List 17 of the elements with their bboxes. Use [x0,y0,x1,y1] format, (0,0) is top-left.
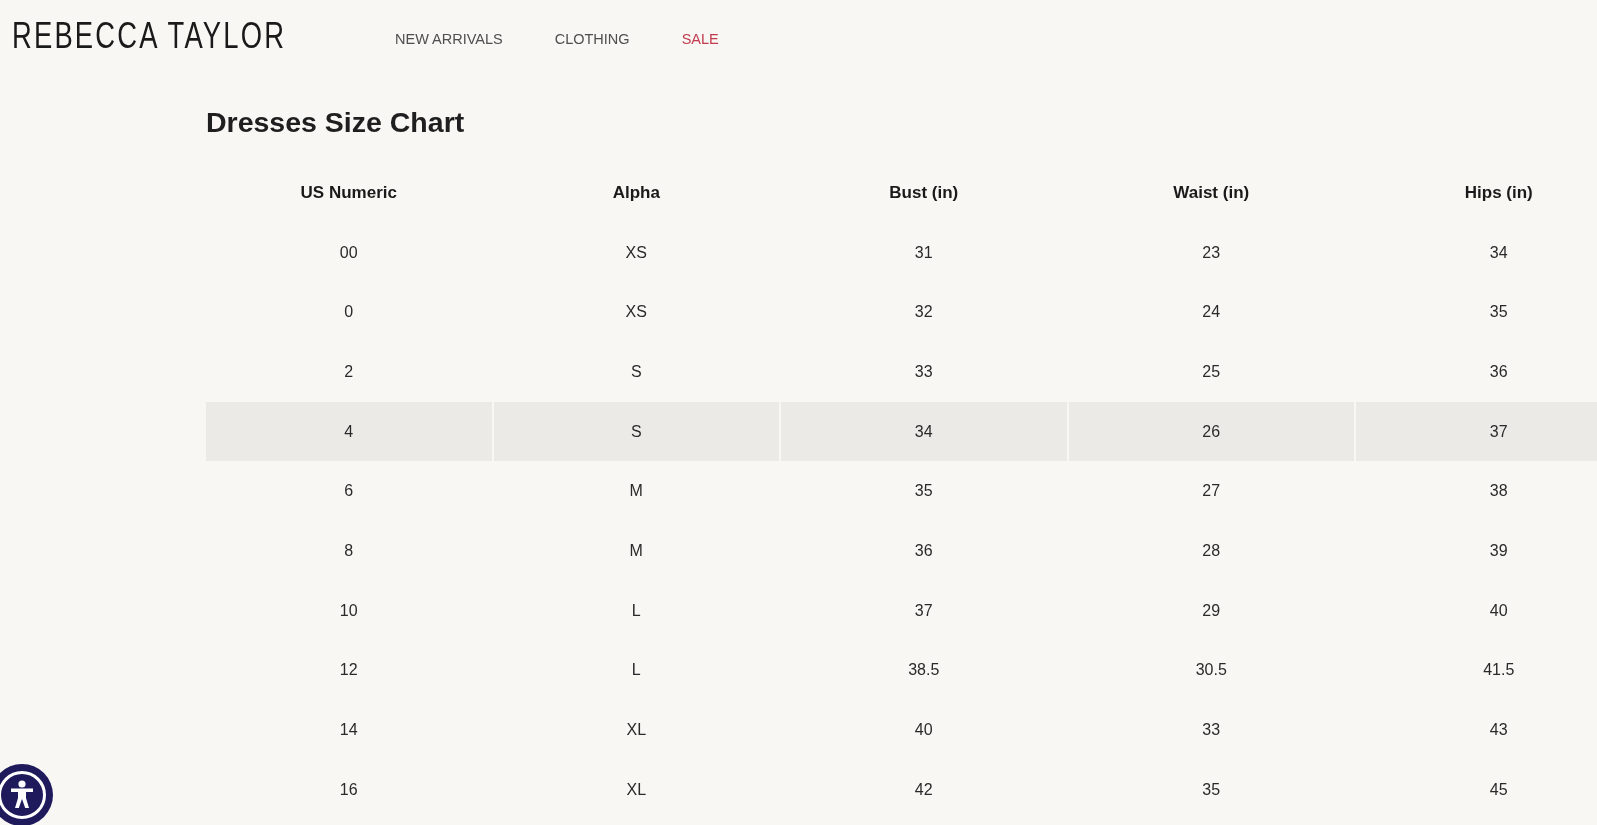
column-header: US Numeric [299,182,398,205]
accessibility-icon [0,771,46,819]
table-cell: S [493,401,779,462]
table-cell: 37 [1356,401,1597,462]
table-cell: 34 [781,401,1067,462]
column-header: Waist (in) [1172,182,1251,205]
column-header: Alpha [611,182,661,205]
page-title: Dresses Size Chart [206,105,465,139]
table-cell: 26 [1068,401,1354,462]
column-header: Hips (in) [1463,182,1534,205]
brand-logo[interactable]: REBECCA TAYLOR [12,17,287,54]
table-cell: 4 [206,401,492,462]
accessibility-button[interactable] [0,764,53,825]
column-header: Bust (in) [888,182,960,205]
nav-link[interactable]: NEW ARRIVALS [395,30,503,48]
nav-link[interactable]: CLOTHING [554,30,630,48]
nav-link[interactable]: SALE [681,30,719,48]
